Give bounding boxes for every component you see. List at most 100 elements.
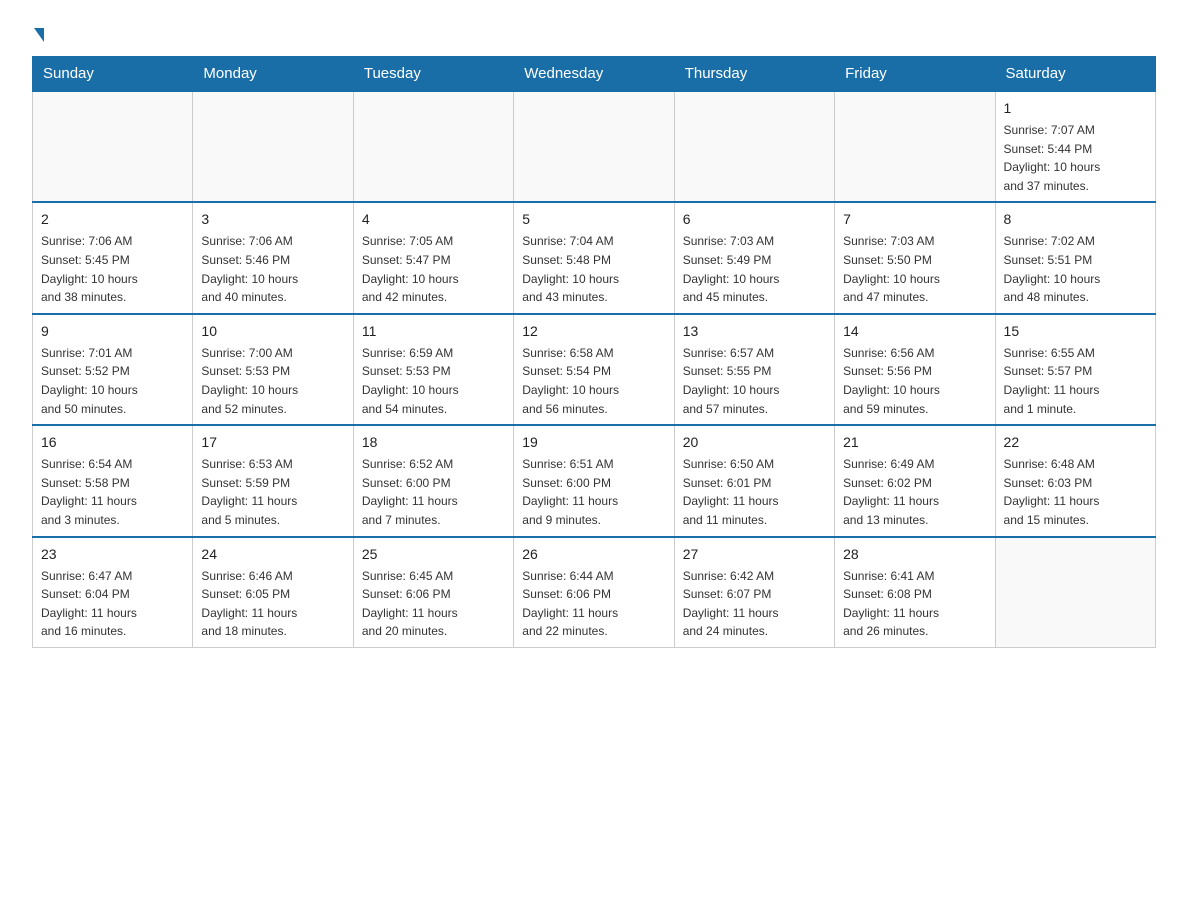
day-number: 6 xyxy=(683,209,826,230)
day-info: Sunrise: 6:52 AM Sunset: 6:00 PM Dayligh… xyxy=(362,455,505,529)
calendar-week-row: 16Sunrise: 6:54 AM Sunset: 5:58 PM Dayli… xyxy=(33,425,1156,536)
logo xyxy=(32,24,44,40)
calendar-day-cell xyxy=(835,91,995,202)
calendar-day-cell: 9Sunrise: 7:01 AM Sunset: 5:52 PM Daylig… xyxy=(33,314,193,425)
logo-arrow-icon xyxy=(34,28,44,42)
day-info: Sunrise: 7:05 AM Sunset: 5:47 PM Dayligh… xyxy=(362,232,505,306)
day-info: Sunrise: 7:03 AM Sunset: 5:50 PM Dayligh… xyxy=(843,232,986,306)
calendar-day-cell: 28Sunrise: 6:41 AM Sunset: 6:08 PM Dayli… xyxy=(835,537,995,648)
calendar-day-cell: 13Sunrise: 6:57 AM Sunset: 5:55 PM Dayli… xyxy=(674,314,834,425)
day-number: 21 xyxy=(843,432,986,453)
calendar-day-cell: 21Sunrise: 6:49 AM Sunset: 6:02 PM Dayli… xyxy=(835,425,995,536)
day-info: Sunrise: 7:07 AM Sunset: 5:44 PM Dayligh… xyxy=(1004,121,1147,195)
day-number: 15 xyxy=(1004,321,1147,342)
day-info: Sunrise: 6:41 AM Sunset: 6:08 PM Dayligh… xyxy=(843,567,986,641)
calendar-table: SundayMondayTuesdayWednesdayThursdayFrid… xyxy=(32,56,1156,648)
calendar-day-cell: 20Sunrise: 6:50 AM Sunset: 6:01 PM Dayli… xyxy=(674,425,834,536)
day-number: 14 xyxy=(843,321,986,342)
day-number: 28 xyxy=(843,544,986,565)
day-info: Sunrise: 6:57 AM Sunset: 5:55 PM Dayligh… xyxy=(683,344,826,418)
calendar-day-cell: 2Sunrise: 7:06 AM Sunset: 5:45 PM Daylig… xyxy=(33,202,193,313)
day-of-week-header: Monday xyxy=(193,57,353,92)
calendar-day-cell: 8Sunrise: 7:02 AM Sunset: 5:51 PM Daylig… xyxy=(995,202,1155,313)
day-info: Sunrise: 7:01 AM Sunset: 5:52 PM Dayligh… xyxy=(41,344,184,418)
day-number: 5 xyxy=(522,209,665,230)
calendar-day-cell: 11Sunrise: 6:59 AM Sunset: 5:53 PM Dayli… xyxy=(353,314,513,425)
calendar-day-cell: 16Sunrise: 6:54 AM Sunset: 5:58 PM Dayli… xyxy=(33,425,193,536)
day-info: Sunrise: 6:56 AM Sunset: 5:56 PM Dayligh… xyxy=(843,344,986,418)
day-of-week-header: Tuesday xyxy=(353,57,513,92)
calendar-day-cell: 17Sunrise: 6:53 AM Sunset: 5:59 PM Dayli… xyxy=(193,425,353,536)
day-info: Sunrise: 7:02 AM Sunset: 5:51 PM Dayligh… xyxy=(1004,232,1147,306)
calendar-day-cell: 25Sunrise: 6:45 AM Sunset: 6:06 PM Dayli… xyxy=(353,537,513,648)
day-number: 13 xyxy=(683,321,826,342)
day-of-week-header: Sunday xyxy=(33,57,193,92)
calendar-day-cell: 27Sunrise: 6:42 AM Sunset: 6:07 PM Dayli… xyxy=(674,537,834,648)
day-info: Sunrise: 6:59 AM Sunset: 5:53 PM Dayligh… xyxy=(362,344,505,418)
calendar-day-cell: 12Sunrise: 6:58 AM Sunset: 5:54 PM Dayli… xyxy=(514,314,674,425)
calendar-day-cell xyxy=(674,91,834,202)
calendar-day-cell: 1Sunrise: 7:07 AM Sunset: 5:44 PM Daylig… xyxy=(995,91,1155,202)
day-info: Sunrise: 7:06 AM Sunset: 5:45 PM Dayligh… xyxy=(41,232,184,306)
calendar-day-cell: 26Sunrise: 6:44 AM Sunset: 6:06 PM Dayli… xyxy=(514,537,674,648)
calendar-day-cell: 10Sunrise: 7:00 AM Sunset: 5:53 PM Dayli… xyxy=(193,314,353,425)
calendar-header-row: SundayMondayTuesdayWednesdayThursdayFrid… xyxy=(33,57,1156,92)
day-info: Sunrise: 6:53 AM Sunset: 5:59 PM Dayligh… xyxy=(201,455,344,529)
calendar-day-cell: 6Sunrise: 7:03 AM Sunset: 5:49 PM Daylig… xyxy=(674,202,834,313)
calendar-day-cell: 22Sunrise: 6:48 AM Sunset: 6:03 PM Dayli… xyxy=(995,425,1155,536)
day-number: 9 xyxy=(41,321,184,342)
day-number: 25 xyxy=(362,544,505,565)
calendar-day-cell: 14Sunrise: 6:56 AM Sunset: 5:56 PM Dayli… xyxy=(835,314,995,425)
day-of-week-header: Thursday xyxy=(674,57,834,92)
day-info: Sunrise: 6:50 AM Sunset: 6:01 PM Dayligh… xyxy=(683,455,826,529)
day-info: Sunrise: 6:51 AM Sunset: 6:00 PM Dayligh… xyxy=(522,455,665,529)
day-info: Sunrise: 6:49 AM Sunset: 6:02 PM Dayligh… xyxy=(843,455,986,529)
calendar-day-cell xyxy=(514,91,674,202)
calendar-day-cell xyxy=(193,91,353,202)
day-number: 17 xyxy=(201,432,344,453)
day-info: Sunrise: 7:00 AM Sunset: 5:53 PM Dayligh… xyxy=(201,344,344,418)
calendar-day-cell xyxy=(353,91,513,202)
day-number: 2 xyxy=(41,209,184,230)
calendar-day-cell: 5Sunrise: 7:04 AM Sunset: 5:48 PM Daylig… xyxy=(514,202,674,313)
day-info: Sunrise: 6:46 AM Sunset: 6:05 PM Dayligh… xyxy=(201,567,344,641)
day-info: Sunrise: 7:04 AM Sunset: 5:48 PM Dayligh… xyxy=(522,232,665,306)
day-info: Sunrise: 6:42 AM Sunset: 6:07 PM Dayligh… xyxy=(683,567,826,641)
day-info: Sunrise: 7:06 AM Sunset: 5:46 PM Dayligh… xyxy=(201,232,344,306)
calendar-week-row: 23Sunrise: 6:47 AM Sunset: 6:04 PM Dayli… xyxy=(33,537,1156,648)
day-number: 10 xyxy=(201,321,344,342)
calendar-day-cell: 19Sunrise: 6:51 AM Sunset: 6:00 PM Dayli… xyxy=(514,425,674,536)
day-info: Sunrise: 6:44 AM Sunset: 6:06 PM Dayligh… xyxy=(522,567,665,641)
day-number: 20 xyxy=(683,432,826,453)
day-number: 22 xyxy=(1004,432,1147,453)
day-number: 23 xyxy=(41,544,184,565)
day-info: Sunrise: 6:58 AM Sunset: 5:54 PM Dayligh… xyxy=(522,344,665,418)
calendar-day-cell: 24Sunrise: 6:46 AM Sunset: 6:05 PM Dayli… xyxy=(193,537,353,648)
calendar-day-cell: 15Sunrise: 6:55 AM Sunset: 5:57 PM Dayli… xyxy=(995,314,1155,425)
day-info: Sunrise: 7:03 AM Sunset: 5:49 PM Dayligh… xyxy=(683,232,826,306)
page-header xyxy=(32,24,1156,40)
calendar-day-cell: 7Sunrise: 7:03 AM Sunset: 5:50 PM Daylig… xyxy=(835,202,995,313)
calendar-day-cell: 3Sunrise: 7:06 AM Sunset: 5:46 PM Daylig… xyxy=(193,202,353,313)
calendar-week-row: 2Sunrise: 7:06 AM Sunset: 5:45 PM Daylig… xyxy=(33,202,1156,313)
day-info: Sunrise: 6:55 AM Sunset: 5:57 PM Dayligh… xyxy=(1004,344,1147,418)
day-number: 24 xyxy=(201,544,344,565)
calendar-week-row: 9Sunrise: 7:01 AM Sunset: 5:52 PM Daylig… xyxy=(33,314,1156,425)
day-of-week-header: Friday xyxy=(835,57,995,92)
day-number: 4 xyxy=(362,209,505,230)
day-info: Sunrise: 6:47 AM Sunset: 6:04 PM Dayligh… xyxy=(41,567,184,641)
day-of-week-header: Wednesday xyxy=(514,57,674,92)
calendar-day-cell xyxy=(33,91,193,202)
day-of-week-header: Saturday xyxy=(995,57,1155,92)
day-number: 3 xyxy=(201,209,344,230)
day-info: Sunrise: 6:45 AM Sunset: 6:06 PM Dayligh… xyxy=(362,567,505,641)
day-number: 19 xyxy=(522,432,665,453)
day-number: 8 xyxy=(1004,209,1147,230)
calendar-day-cell: 4Sunrise: 7:05 AM Sunset: 5:47 PM Daylig… xyxy=(353,202,513,313)
day-info: Sunrise: 6:48 AM Sunset: 6:03 PM Dayligh… xyxy=(1004,455,1147,529)
day-number: 18 xyxy=(362,432,505,453)
day-number: 27 xyxy=(683,544,826,565)
calendar-week-row: 1Sunrise: 7:07 AM Sunset: 5:44 PM Daylig… xyxy=(33,91,1156,202)
day-number: 1 xyxy=(1004,98,1147,119)
day-number: 7 xyxy=(843,209,986,230)
